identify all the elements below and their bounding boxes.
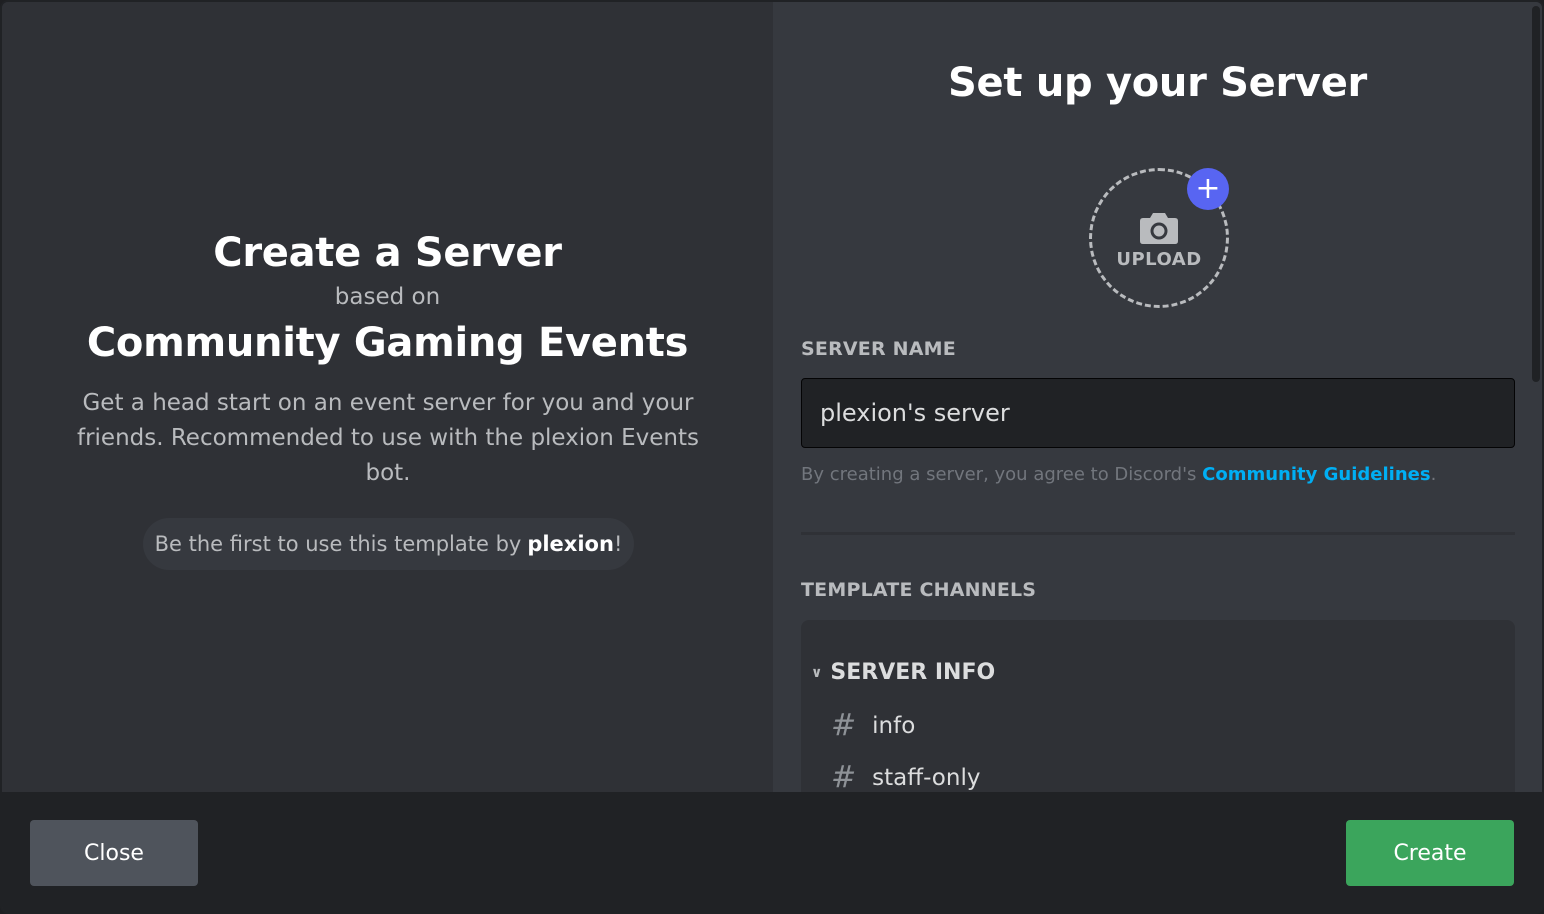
channel-name: info (872, 712, 916, 739)
guidelines-suffix: . (1430, 464, 1437, 485)
server-name-label: SERVER NAME (801, 338, 956, 360)
template-description: Get a head start on an event server for … (76, 390, 700, 486)
modal-title: Create a Server (213, 230, 562, 276)
channel-item-staff-only: # staff-only (831, 760, 980, 792)
template-info-panel: Create a Server based on Community Gamin… (2, 2, 773, 792)
based-on-label: based on (334, 284, 441, 310)
server-name-input[interactable] (801, 378, 1515, 448)
template-channels-label: TEMPLATE CHANNELS (801, 579, 1037, 601)
plus-icon[interactable]: + (1187, 168, 1229, 210)
create-server-modal: Create a Server based on Community Gamin… (0, 0, 1544, 914)
template-name: Community Gaming Events (86, 320, 689, 366)
upload-label: UPLOAD (1116, 248, 1202, 270)
template-usage-pill: Be the first to use this template by ple… (143, 518, 634, 570)
server-setup-panel: Set up your Server UPLOAD + SERVER NAME … (773, 2, 1542, 792)
chevron-down-icon: ∨ (811, 664, 823, 681)
channel-name: staff-only (872, 764, 981, 791)
modal-footer: Close Create (2, 792, 1542, 912)
template-channels-list: ∨ SERVER INFO # info # staff-only (801, 620, 1515, 792)
category-name: SERVER INFO (830, 660, 996, 685)
text-channel-icon: # (831, 708, 857, 743)
usage-suffix: ! (613, 532, 623, 556)
category-server-info[interactable]: ∨ SERVER INFO (811, 660, 995, 685)
divider (801, 532, 1515, 535)
setup-title: Set up your Server (948, 60, 1367, 106)
create-button[interactable]: Create (1346, 820, 1514, 886)
community-guidelines-link[interactable]: Community Guidelines (1202, 464, 1430, 485)
usage-prefix: Be the first to use this template by (154, 532, 522, 556)
close-button[interactable]: Close (30, 820, 198, 886)
guidelines-notice: By creating a server, you agree to Disco… (801, 464, 1436, 485)
guidelines-prefix: By creating a server, you agree to Disco… (801, 464, 1197, 485)
text-channel-icon: # (831, 760, 857, 792)
channel-item-info: # info (831, 708, 915, 743)
camera-icon (1140, 212, 1178, 244)
template-author: plexion (527, 532, 614, 556)
